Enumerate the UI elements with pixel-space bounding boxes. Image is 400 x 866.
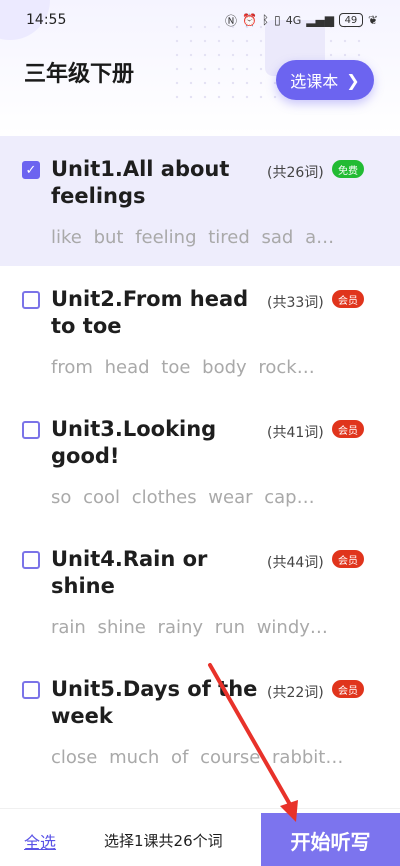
bottom-bar: 全选 选择1课共26个词 开始听写 bbox=[0, 808, 400, 866]
start-dictation-button[interactable]: 开始听写 bbox=[261, 813, 400, 866]
network-label: 4G bbox=[285, 13, 302, 27]
nfc-icon: Ⓝ bbox=[224, 13, 237, 28]
unit-title: Unit4.Rain or shine bbox=[51, 547, 208, 598]
unit-words-preview: close much of course rabbit… bbox=[51, 747, 344, 768]
unit-item[interactable]: ✓ Unit5.Days of the week (共22词) 会员 close… bbox=[0, 656, 400, 786]
page-title: 三年级下册 bbox=[24, 62, 135, 87]
select-all-button[interactable]: 全选 bbox=[24, 829, 56, 853]
choose-book-label: 选课本 bbox=[290, 72, 339, 91]
unit-checkbox[interactable]: ✓ bbox=[22, 421, 40, 439]
unit-item[interactable]: ✓ Unit4.Rain or shine (共44词) 会员 rain shi… bbox=[0, 526, 400, 656]
unit-checkbox[interactable]: ✓ bbox=[22, 291, 40, 309]
unit-item[interactable]: ✓ Unit3.Looking good! (共41词) 会员 so cool … bbox=[0, 396, 400, 526]
bluetooth-icon: ᛒ bbox=[261, 13, 270, 27]
unit-words-preview: like but feeling tired sad a… bbox=[51, 227, 335, 248]
chevron-right-icon: ❯ bbox=[346, 70, 360, 90]
unit-badge: 会员 bbox=[332, 420, 364, 438]
unit-words-preview: from head toe body rock… bbox=[51, 357, 315, 378]
status-bar: 14:55 Ⓝ ⏰ ᛒ ▯ 4G ▂▄▆ 49 ❦ bbox=[0, 0, 400, 40]
unit-word-count: (共33词) bbox=[267, 295, 324, 311]
check-icon: ✓ bbox=[25, 162, 37, 178]
unit-word-count: (共41词) bbox=[267, 425, 324, 441]
unit-badge: 免费 bbox=[332, 160, 364, 178]
unit-title: Unit2.From head to toe bbox=[51, 287, 249, 338]
battery-icon: 49 bbox=[338, 13, 363, 27]
signal-icon: ▂▄▆ bbox=[306, 13, 334, 27]
unit-title: Unit1.All about feelings bbox=[51, 157, 230, 208]
unit-title: Unit5.Days of the week bbox=[51, 677, 258, 728]
status-time: 14:55 bbox=[26, 12, 67, 28]
unit-badge: 会员 bbox=[332, 290, 364, 308]
selection-summary: 选择1课共26个词 bbox=[104, 832, 223, 850]
unit-words-preview: so cool clothes wear cap… bbox=[51, 487, 315, 508]
unit-word-count: (共44词) bbox=[267, 555, 324, 571]
unit-item[interactable]: ✓ Unit1.All about feelings (共26词) 免费 lik… bbox=[0, 136, 400, 266]
choose-book-button[interactable]: 选课本 ❯ bbox=[276, 60, 374, 100]
unit-item[interactable]: ✓ Unit2.From head to toe (共33词) 会员 from … bbox=[0, 266, 400, 396]
leaf-icon: ❦ bbox=[367, 13, 378, 27]
battery-level: 49 bbox=[344, 14, 358, 26]
alarm-icon: ⏰ bbox=[241, 13, 257, 27]
unit-word-count: (共26词) bbox=[267, 165, 324, 181]
unit-badge: 会员 bbox=[332, 550, 364, 568]
header: 三年级下册 选课本 ❯ bbox=[0, 40, 400, 120]
unit-word-count: (共22词) bbox=[267, 685, 324, 701]
unit-title: Unit3.Looking good! bbox=[51, 417, 217, 468]
unit-checkbox[interactable]: ✓ bbox=[22, 161, 40, 179]
unit-badge: 会员 bbox=[332, 680, 364, 698]
unit-words-preview: rain shine rainy run windy… bbox=[51, 617, 328, 638]
status-icons: Ⓝ ⏰ ᛒ ▯ 4G ▂▄▆ 49 ❦ bbox=[225, 12, 378, 29]
unit-list: ✓ Unit1.All about feelings (共26词) 免费 lik… bbox=[0, 136, 400, 786]
vibrate-icon: ▯ bbox=[274, 13, 281, 27]
unit-checkbox[interactable]: ✓ bbox=[22, 681, 40, 699]
unit-checkbox[interactable]: ✓ bbox=[22, 551, 40, 569]
